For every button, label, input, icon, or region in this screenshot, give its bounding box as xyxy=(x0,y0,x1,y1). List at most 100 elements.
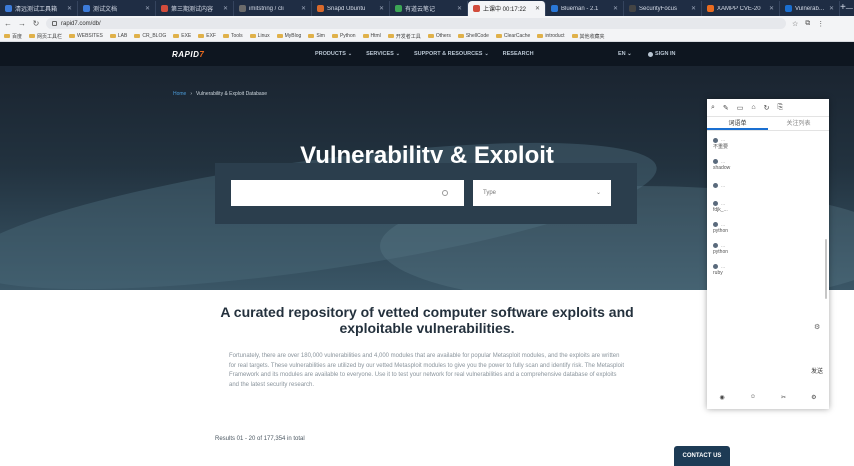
search-icon[interactable]: ⌕ xyxy=(711,104,715,112)
close-icon[interactable]: ✕ xyxy=(535,5,540,12)
minimize-icon[interactable]: — xyxy=(846,5,853,12)
address-bar: ← → ↻ rapid7.com/db/ ☆ ⧉ ⋮ xyxy=(0,16,854,31)
search-input[interactable] xyxy=(231,180,464,206)
bookmark-label: WEBSITES xyxy=(77,33,103,39)
bookmark-label: Linux xyxy=(257,33,270,39)
bookmark-item[interactable]: Sim xyxy=(308,33,325,39)
browser-tab-active[interactable]: 上课中 00:17:22 ✕ xyxy=(468,1,546,16)
reload-icon[interactable]: ↻ xyxy=(32,19,40,28)
folder-icon xyxy=(495,34,502,38)
bookmark-item[interactable]: Linux xyxy=(249,33,270,39)
browser-tab[interactable]: Snapd Ubuntu ✕ xyxy=(312,1,390,16)
breadcrumb-home[interactable]: Home xyxy=(173,91,186,97)
tab-title: SecurityFocus xyxy=(639,5,678,12)
bookmark-label: Others xyxy=(435,33,451,39)
close-icon[interactable]: ✕ xyxy=(379,5,384,12)
list-item[interactable]: ... shadow xyxy=(713,154,823,175)
url-field[interactable]: rapid7.com/db/ xyxy=(46,18,786,29)
bookmark-item[interactable]: 开发者工具 xyxy=(387,33,421,40)
results-count: Results 01 - 20 of 177,354 in total xyxy=(215,436,305,442)
tab-favicon-icon xyxy=(629,5,636,12)
copy-icon[interactable]: ⎘ xyxy=(778,104,784,112)
gear-icon[interactable]: ⚙ xyxy=(811,394,816,401)
nav-services[interactable]: SERVICES ⌄ xyxy=(366,51,400,57)
browser-tab[interactable]: SecurityFocus ✕ xyxy=(624,1,702,16)
bookmark-item[interactable]: Python xyxy=(331,33,356,39)
nav-products[interactable]: PRODUCTS ⌄ xyxy=(315,51,352,57)
list-item[interactable]: ... xyxy=(713,175,823,196)
avatar xyxy=(713,183,718,188)
scissors-icon[interactable]: ✂ xyxy=(781,394,786,401)
home-icon[interactable]: ⌂ xyxy=(751,104,755,111)
list-item[interactable]: ... 不重要 xyxy=(713,133,823,154)
close-icon[interactable]: ✕ xyxy=(67,5,72,12)
browser-tab[interactable]: imitstring / cli ✕ xyxy=(234,1,312,16)
close-icon[interactable]: ✕ xyxy=(457,5,462,12)
frame-icon[interactable]: ▭ xyxy=(737,104,744,112)
settings-icon[interactable]: ⚙ xyxy=(814,323,820,331)
bookmark-label: EXE xyxy=(181,33,192,39)
star-icon[interactable]: ☆ xyxy=(792,20,798,28)
list-item[interactable]: ... fdjk_... xyxy=(713,196,823,217)
browser-tab[interactable]: 清远测试工具箱 ✕ xyxy=(0,1,78,16)
bookmark-item[interactable]: introduct xyxy=(537,33,565,39)
bookmark-item[interactable]: ClearCache xyxy=(495,33,530,39)
forward-icon[interactable]: → xyxy=(18,19,26,28)
url-text: rapid7.com/db/ xyxy=(61,20,101,27)
list-item[interactable]: ... python xyxy=(713,217,823,238)
bookmark-item[interactable]: LAB xyxy=(109,33,127,39)
browser-tab[interactable]: Blueman - 2.1 ✕ xyxy=(546,1,624,16)
browser-tab[interactable]: 有道云笔记 ✕ xyxy=(390,1,468,16)
folder-icon xyxy=(331,34,338,38)
list-item[interactable]: ... ruby xyxy=(713,259,823,280)
avatar xyxy=(713,264,718,269)
list-item[interactable]: ... python xyxy=(713,238,823,259)
nav-support-resources[interactable]: SUPPORT & RESOURCES ⌄ xyxy=(414,51,489,57)
bookmark-item[interactable]: EXE xyxy=(173,33,191,39)
bookmark-item[interactable]: 百度 xyxy=(4,33,22,40)
sign-in-link[interactable]: SIGN IN xyxy=(648,51,675,57)
lang-label: EN xyxy=(618,51,626,57)
bookmark-item[interactable]: Html xyxy=(362,33,381,39)
item-label: shadow xyxy=(713,164,731,171)
contact-us-button[interactable]: CONTACT US xyxy=(674,446,730,466)
folder-icon xyxy=(4,34,10,38)
bookmark-item[interactable]: WEBSITES xyxy=(69,33,103,39)
record-icon[interactable]: ◉ xyxy=(720,394,725,401)
close-icon[interactable]: ✕ xyxy=(145,5,150,12)
refresh-icon[interactable]: ↻ xyxy=(764,104,770,112)
bookmark-item[interactable]: Others xyxy=(427,33,451,39)
browser-tab[interactable]: Vulnerability &✕ xyxy=(780,1,840,16)
close-icon[interactable]: ✕ xyxy=(829,5,834,12)
extensions-icon[interactable]: ⧉ xyxy=(805,20,810,28)
bookmark-item[interactable]: CR_BLOG xyxy=(134,33,166,39)
panel-tab[interactable]: 词语单 xyxy=(707,117,768,130)
search-icon[interactable] xyxy=(442,190,448,196)
bookmark-item[interactable]: Tools xyxy=(222,33,243,39)
panel-tab[interactable]: 关注列表 xyxy=(768,117,829,130)
menu-icon[interactable]: ⋮ xyxy=(817,20,824,28)
emoji-icon[interactable]: ☺ xyxy=(750,394,756,401)
close-icon[interactable]: ✕ xyxy=(613,5,618,12)
browser-tab[interactable]: XAMPP CVE-20 ✕ xyxy=(702,1,780,16)
back-icon[interactable]: ← xyxy=(4,19,12,28)
close-icon[interactable]: ✕ xyxy=(691,5,696,12)
close-icon[interactable]: ✕ xyxy=(301,5,306,12)
browser-tab[interactable]: 第三期测试内容 ✕ xyxy=(156,1,234,16)
send-button[interactable]: 发送 xyxy=(811,366,823,375)
close-icon[interactable]: ✕ xyxy=(223,5,228,12)
browser-tab[interactable]: 测试文档 ✕ xyxy=(78,1,156,16)
bookmark-item[interactable]: MyBlog xyxy=(276,33,301,39)
bookmark-item[interactable]: ShellCode xyxy=(457,33,489,39)
language-selector[interactable]: EN ⌄ xyxy=(618,51,632,57)
nav-research[interactable]: RESEARCH xyxy=(503,51,534,57)
bookmark-item[interactable]: EXF xyxy=(198,33,216,39)
pen-icon[interactable]: ✎ xyxy=(723,104,729,112)
rapid7-logo[interactable]: RAPID7 xyxy=(172,50,204,59)
bookmark-label: ShellCode xyxy=(465,33,489,39)
close-icon[interactable]: ✕ xyxy=(769,5,774,12)
type-select[interactable]: Type ⌄ xyxy=(473,180,611,206)
bookmark-item[interactable]: 其他收藏夹 xyxy=(571,33,605,40)
bookmark-item[interactable]: 网页工具栏 xyxy=(29,33,62,40)
panel-scrollbar[interactable] xyxy=(825,239,827,299)
